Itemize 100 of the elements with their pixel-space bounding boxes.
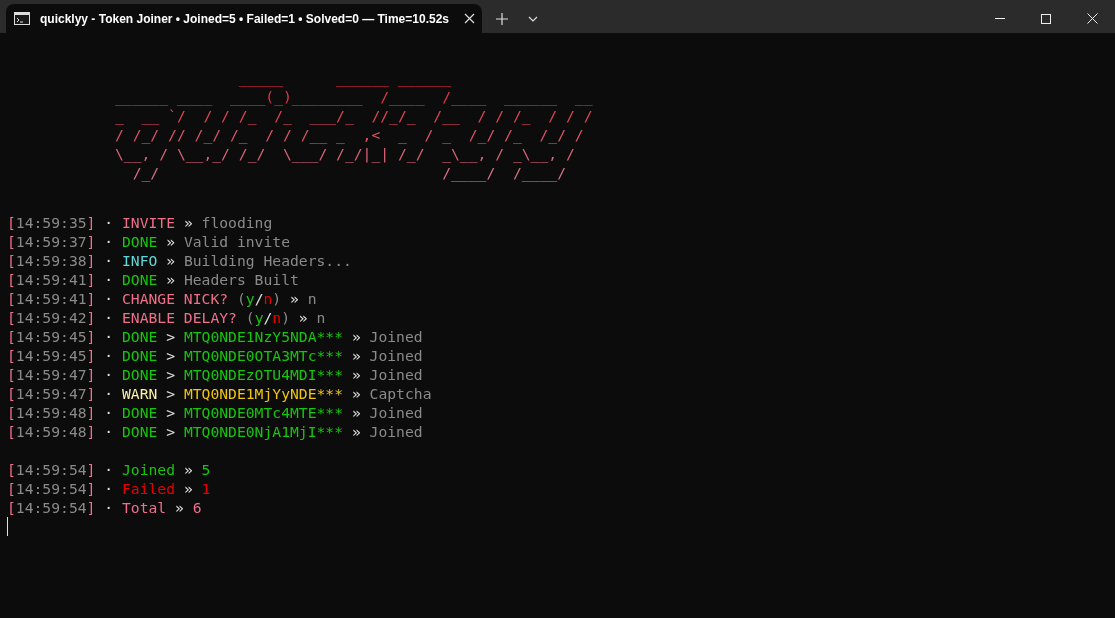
log-message: Joined (369, 423, 423, 440)
log-message: Joined (369, 404, 423, 421)
separator: > (166, 404, 176, 421)
log-message: n (307, 290, 317, 307)
log-timestamp: [14:59:37] (7, 233, 96, 250)
separator: » (298, 309, 308, 326)
log-message: Joined (369, 328, 423, 345)
log-tag: ENABLE DELAY? (121, 309, 237, 326)
log-tag: DONE (121, 271, 158, 288)
plus-icon (496, 12, 508, 25)
separator: · (104, 328, 114, 345)
log-message: Building Headers... (183, 252, 352, 269)
separator: · (104, 214, 114, 231)
count-value: 1 (201, 480, 211, 497)
terminal-icon (14, 12, 30, 25)
separator: » (351, 385, 361, 402)
separator: · (104, 366, 114, 383)
separator: > (166, 328, 176, 345)
log-tag: WARN (121, 385, 158, 402)
separator: · (104, 423, 114, 440)
separator: · (104, 233, 114, 250)
separator: » (290, 290, 299, 307)
log-timestamp: [14:59:48] (7, 423, 96, 440)
log-tag: Total (121, 499, 167, 516)
separator: > (166, 366, 176, 383)
separator: · (104, 347, 114, 364)
token-text: MTQ0NDE1NzY5NDA*** (183, 328, 344, 345)
separator: · (104, 480, 114, 497)
separator: » (166, 233, 176, 250)
log-tag: DONE (121, 328, 158, 345)
log-tag: INVITE (121, 214, 176, 231)
terminal-tab[interactable]: quicklyy - Token Joiner • Joined=5 • Failed=1 • Solved=0 — Time=10.52s (6, 4, 482, 33)
ascii-art-line: / /_/ // /_/ /_ / / /__ _ ,< _ / _ /_/ /_ /_/ / (115, 125, 584, 144)
separator: » (183, 461, 193, 478)
log-message: Headers Built (183, 271, 299, 288)
log-message: Valid invite (183, 233, 290, 250)
close-icon (1086, 13, 1098, 24)
separator: » (183, 480, 193, 497)
ascii-art-line: /_/ /____/ /____/ (131, 163, 566, 182)
separator: · (104, 499, 114, 516)
separator: · (104, 404, 114, 421)
log-tag: CHANGE NICK? (121, 290, 229, 307)
ascii-art-line: _ __ `/ / / /_ /_ ___/_ //_/_ /__ / / /_ / / / (115, 106, 593, 125)
ascii-art-line: ______ ____ ____(_)________ /____ /____ ______ __ (115, 87, 593, 106)
log-timestamp: [14:59:41] (7, 271, 96, 288)
log-tag: DONE (121, 404, 158, 421)
log-tag: Failed (121, 480, 176, 497)
count-value: 6 (192, 499, 202, 516)
separator: > (166, 385, 176, 402)
log-timestamp: [14:59:45] (7, 328, 96, 345)
separator: » (166, 252, 176, 269)
chevron-down-icon (528, 15, 538, 22)
separator: > (166, 423, 176, 440)
log-message: flooding (201, 214, 273, 231)
log-timestamp: [14:59:47] (7, 366, 96, 383)
minimize-icon (995, 18, 1005, 19)
token-text: MTQ0NDE0NjA1MjI*** (183, 423, 344, 440)
separator: » (175, 499, 184, 516)
log-timestamp: [14:59:47] (7, 385, 96, 402)
yes-no-prompt: (y/n) (236, 290, 282, 307)
separator: » (183, 214, 193, 231)
log-tag: INFO (121, 252, 158, 269)
separator: · (104, 252, 114, 269)
log-tag: Joined (121, 461, 176, 478)
separator: » (351, 347, 361, 364)
log-timestamp: [14:59:45] (7, 347, 96, 364)
yes-no-prompt: (y/n) (245, 309, 290, 326)
log-timestamp: [14:59:35] (7, 214, 96, 231)
separator: » (351, 366, 361, 383)
separator: · (104, 461, 114, 478)
separator: » (351, 328, 361, 345)
count-value: 5 (201, 461, 211, 478)
text-cursor (7, 517, 8, 536)
log-tag: DONE (121, 233, 158, 250)
maximize-icon (1041, 13, 1051, 24)
log-timestamp: [14:59:42] (7, 309, 96, 326)
log-message: Joined (369, 347, 423, 364)
ascii-art-line: _____ ______ ______ (237, 68, 452, 87)
ascii-art-line: \__, / \__,_/ /_/ \___/ /_/|_| /_/ _\__, / _\__, / (115, 144, 575, 163)
separator: > (166, 347, 176, 364)
log-message: Joined (369, 366, 423, 383)
log-timestamp: [14:59:48] (7, 404, 96, 421)
separator: » (351, 423, 361, 440)
close-icon (463, 13, 475, 24)
log-timestamp: [14:59:54] (7, 499, 96, 516)
log-tag: DONE (121, 347, 158, 364)
token-text: MTQ0NDE0OTA3MTc*** (183, 347, 344, 364)
log-timestamp: [14:59:54] (7, 480, 96, 497)
log-message: n (316, 309, 326, 326)
separator: · (104, 309, 114, 326)
separator: » (351, 404, 361, 421)
log-message: Captcha (369, 385, 432, 402)
token-text: MTQ0NDE1MjYyNDE*** (183, 385, 344, 402)
separator: · (104, 385, 114, 402)
log-timestamp: [14:59:54] (7, 461, 96, 478)
token-text: MTQ0NDE0MTc4MTE*** (183, 404, 344, 421)
separator: · (104, 271, 114, 288)
log-tag: DONE (121, 423, 158, 440)
token-text: MTQ0NDEzOTU4MDI*** (183, 366, 344, 383)
log-tag: DONE (121, 366, 158, 383)
